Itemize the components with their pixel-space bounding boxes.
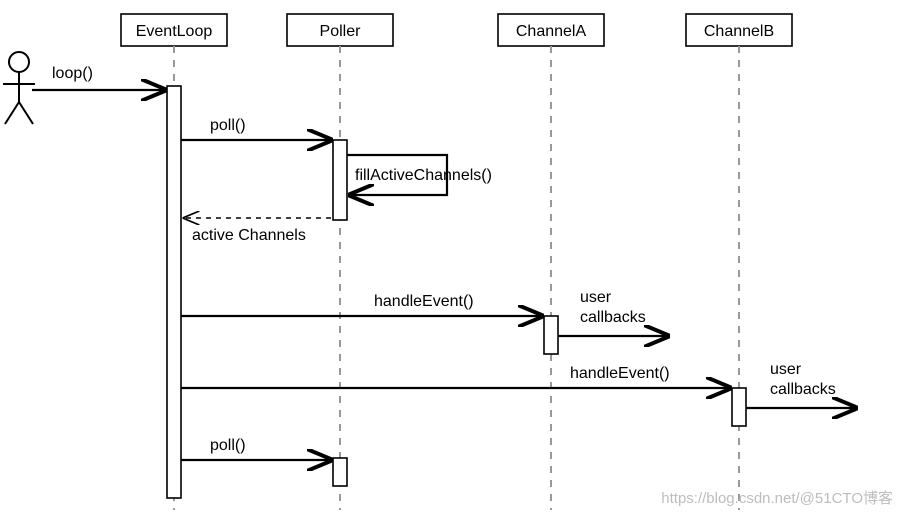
activation-channel-b	[732, 388, 746, 426]
message-handle-event-a-label: handleEvent()	[374, 293, 474, 310]
lifeline-channel-b-label: ChannelB	[704, 23, 774, 40]
lifeline-channel-b: ChannelB	[686, 14, 792, 46]
activation-poller-1	[333, 140, 347, 220]
lifeline-eventloop-label: EventLoop	[136, 23, 213, 40]
activation-channel-a	[544, 316, 558, 354]
activation-eventloop	[167, 86, 181, 498]
message-user-callbacks-a-label-2: callbacks	[580, 309, 646, 326]
lifeline-poller-label: Poller	[320, 23, 362, 40]
message-user-callbacks-a-label-1: user	[580, 289, 612, 306]
message-fill-active-label: fillActiveChannels()	[355, 167, 492, 184]
message-active-channels-label: active Channels	[192, 227, 306, 244]
message-loop-label: loop()	[52, 65, 93, 82]
lifeline-channel-a: ChannelA	[498, 14, 604, 46]
message-poll-1-label: poll()	[210, 117, 246, 134]
lifeline-poller: Poller	[287, 14, 393, 46]
message-handle-event-b-label: handleEvent()	[570, 365, 670, 382]
lifeline-channel-a-label: ChannelA	[516, 23, 587, 40]
actor-icon	[3, 52, 35, 124]
message-user-callbacks-b-label-1: user	[770, 361, 802, 378]
message-poll-2-label: poll()	[210, 437, 246, 454]
activation-poller-2	[333, 458, 347, 486]
message-user-callbacks-b-label-2: callbacks	[770, 381, 836, 398]
lifeline-eventloop: EventLoop	[121, 14, 227, 46]
